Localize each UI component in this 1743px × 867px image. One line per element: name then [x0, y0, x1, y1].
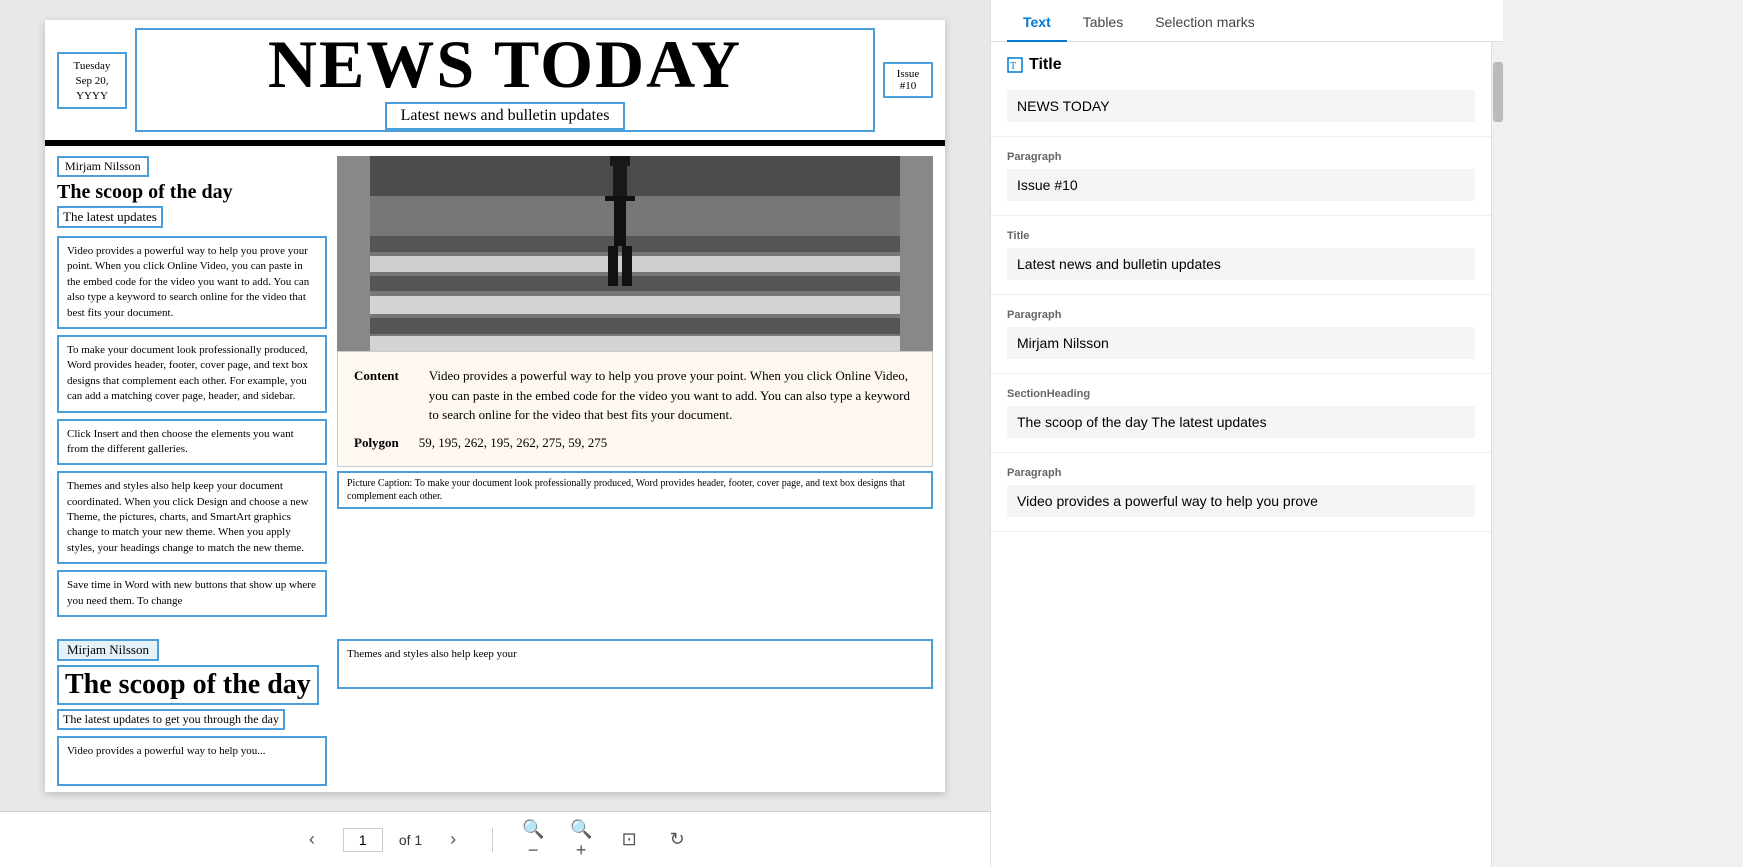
right-scrollbar[interactable] [1491, 42, 1503, 867]
news-subtitle: Latest news and bulletin updates [385, 102, 626, 130]
scrollbar-thumb [1493, 62, 1503, 122]
bottom-left: Mirjam Nilsson The scoop of the day The … [57, 639, 327, 786]
picture-caption: Picture Caption: To make your document l… [337, 471, 933, 509]
tab-tables[interactable]: Tables [1067, 0, 1139, 42]
polygon-label: Polygon [354, 433, 399, 453]
zoom-in-button[interactable]: 🔍+ [565, 824, 597, 856]
content-popup: Content Video provides a powerful way to… [337, 351, 933, 467]
zebra-photo [337, 156, 933, 351]
result-value-title2: Latest news and bulletin updates [1007, 248, 1475, 280]
text-block-3: Click Insert and then choose the element… [57, 419, 327, 466]
prev-page-button[interactable]: ‹ [297, 825, 327, 855]
news-header: Tuesday Sep 20, YYYY NEWS TODAY Latest n… [45, 20, 945, 143]
rotate-button[interactable]: ↻ [661, 824, 693, 856]
result-item-para2: Paragraph Mirjam Nilsson [991, 295, 1491, 374]
news-date: Tuesday Sep 20, YYYY [57, 52, 127, 109]
subheading-1: The latest updates [57, 206, 163, 228]
result-value-title1: NEWS TODAY [1007, 90, 1475, 122]
content-label: Content [354, 366, 399, 421]
result-label-section1: SectionHeading [1007, 388, 1475, 400]
page-number-input[interactable] [343, 828, 383, 852]
zoom-out-button[interactable]: 🔍− [517, 824, 549, 856]
result-label-para2: Paragraph [1007, 309, 1475, 321]
toolbar-separator [492, 828, 493, 852]
news-bottom: Mirjam Nilsson The scoop of the day The … [45, 633, 945, 792]
result-value-section1: The scoop of the day The latest updates [1007, 406, 1475, 438]
text-block-2: To make your document look professionall… [57, 335, 327, 413]
news-body: Mirjam Nilsson The scoop of the day The … [45, 146, 945, 633]
result-item-section1: SectionHeading The scoop of the day The … [991, 374, 1491, 453]
heading-1: The scoop of the day [57, 181, 327, 204]
result-label-para1: Paragraph [1007, 151, 1475, 163]
author-tag-2: Mirjam Nilsson [57, 639, 159, 661]
next-page-button[interactable]: › [438, 825, 468, 855]
subheading-2: The latest updates to get you through th… [57, 709, 285, 730]
polygon-values: 59, 195, 262, 195, 262, 275, 59, 275 [419, 433, 608, 453]
content-text: Video provides a powerful way to help yo… [429, 366, 916, 425]
result-item-para3: Paragraph Video provides a powerful way … [991, 453, 1491, 532]
right-panel: Text Tables Selection marks T Title NEWS… [990, 0, 1503, 867]
news-issue: Issue #10 [883, 62, 933, 98]
result-item-para1: Paragraph Issue #10 [991, 137, 1491, 216]
result-value-para2: Mirjam Nilsson [1007, 327, 1475, 359]
result-value-para3: Video provides a powerful way to help yo… [1007, 485, 1475, 517]
author-tag-1: Mirjam Nilsson [57, 156, 149, 177]
news-col-left: Mirjam Nilsson The scoop of the day The … [57, 156, 327, 623]
result-item-title2: Title Latest news and bulletin updates [991, 216, 1491, 295]
themes-block: Themes and styles also help keep your [337, 639, 933, 689]
bottom-right: Themes and styles also help keep your [337, 639, 933, 786]
doc-content[interactable]: Tuesday Sep 20, YYYY NEWS TODAY Latest n… [0, 0, 990, 811]
title-icon: T [1007, 57, 1023, 73]
doc-toolbar: ‹ of 1 › 🔍− 🔍+ ⊡ ↻ [0, 811, 990, 867]
heading-2: The scoop of the day [57, 665, 319, 705]
tab-selection-marks[interactable]: Selection marks [1139, 0, 1271, 42]
news-col-right: Content Video provides a powerful way to… [337, 156, 933, 623]
news-title-area: NEWS TODAY Latest news and bulletin upda… [135, 28, 875, 132]
text-block-5: Save time in Word with new buttons that … [57, 570, 327, 617]
svg-text:T: T [1010, 61, 1016, 72]
text-block-4: Themes and styles also help keep your do… [57, 471, 327, 564]
fit-page-button[interactable]: ⊡ [613, 824, 645, 856]
text-bottom-1: Video provides a powerful way to help yo… [57, 736, 327, 786]
doc-viewer: Tuesday Sep 20, YYYY NEWS TODAY Latest n… [0, 0, 990, 867]
news-title: NEWS TODAY [147, 30, 863, 98]
page-of-label: of 1 [399, 832, 422, 848]
tab-text[interactable]: Text [1007, 0, 1067, 42]
result-label-para3: Paragraph [1007, 467, 1475, 479]
right-tabs: Text Tables Selection marks [991, 0, 1503, 42]
result-item-title1: NEWS TODAY [991, 76, 1491, 137]
newspaper-page: Tuesday Sep 20, YYYY NEWS TODAY Latest n… [45, 20, 945, 792]
text-block-1: Video provides a powerful way to help yo… [57, 236, 327, 329]
result-value-para1: Issue #10 [1007, 169, 1475, 201]
result-label-title2: Title [1007, 230, 1475, 242]
result-label-title1: Title [1029, 56, 1062, 74]
right-content: T Title NEWS TODAY Paragraph Issue #10 T… [991, 42, 1491, 867]
